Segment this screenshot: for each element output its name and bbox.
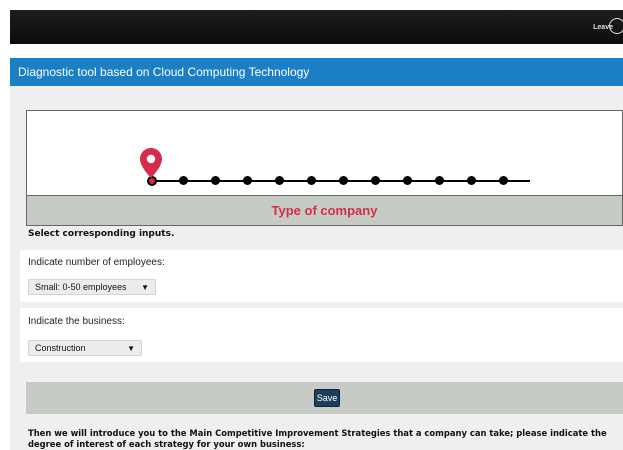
progress-track bbox=[27, 111, 622, 186]
save-bar: Save bbox=[26, 382, 623, 414]
dropdown-arrow-icon: ▼ bbox=[127, 344, 135, 353]
step-dot[interactable] bbox=[403, 176, 412, 185]
step-dot[interactable] bbox=[211, 176, 220, 185]
step-dot[interactable] bbox=[435, 176, 444, 185]
leave-icon[interactable] bbox=[609, 18, 623, 34]
step-dot[interactable] bbox=[499, 176, 508, 185]
step-dot[interactable] bbox=[275, 176, 284, 185]
map-pin-icon bbox=[140, 148, 162, 178]
step-dot[interactable] bbox=[371, 176, 380, 185]
business-select[interactable]: Construction ▼ bbox=[28, 340, 142, 356]
business-field-group: Indicate the business: Construction ▼ bbox=[20, 308, 623, 362]
step-dot[interactable] bbox=[307, 176, 316, 185]
section-heading: Select corresponding inputs. bbox=[28, 229, 175, 239]
step-dot[interactable] bbox=[467, 176, 476, 185]
employees-select[interactable]: Small: 0-50 employees ▼ bbox=[28, 279, 156, 295]
main-content: Type of company Select corresponding inp… bbox=[10, 86, 623, 450]
employees-field-group: Indicate number of employees: Small: 0-5… bbox=[20, 250, 623, 302]
dropdown-arrow-icon: ▼ bbox=[141, 283, 149, 292]
employees-label: Indicate number of employees: bbox=[28, 257, 165, 268]
top-navigation-bar: Leave bbox=[10, 10, 623, 44]
step-dot[interactable] bbox=[243, 176, 252, 185]
business-label: Indicate the business: bbox=[28, 316, 125, 327]
current-step-label: Type of company bbox=[27, 195, 622, 225]
employees-select-value: Small: 0-50 employees bbox=[35, 282, 127, 292]
intro-paragraph: Then we will introduce you to the Main C… bbox=[28, 428, 607, 449]
business-select-value: Construction bbox=[35, 343, 86, 353]
save-button[interactable]: Save bbox=[314, 389, 340, 407]
progress-stepper: Type of company bbox=[26, 110, 623, 226]
step-dot[interactable] bbox=[179, 176, 188, 185]
app-title: Diagnostic tool based on Cloud Computing… bbox=[18, 65, 310, 79]
step-dot[interactable] bbox=[339, 176, 348, 185]
app-title-bar: Diagnostic tool based on Cloud Computing… bbox=[10, 58, 623, 86]
